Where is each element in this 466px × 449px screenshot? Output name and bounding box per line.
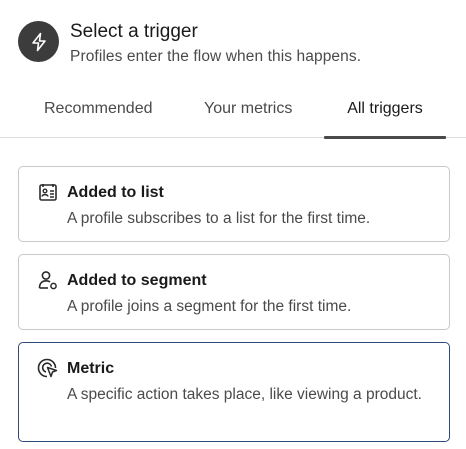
trigger-title: Added to segment xyxy=(67,272,207,289)
trigger-description: A profile joins a segment for the first … xyxy=(67,298,352,315)
trigger-description: A specific action takes place, like view… xyxy=(67,386,422,403)
page-subtitle: Profiles enter the flow when this happen… xyxy=(70,48,362,65)
trigger-card-metric[interactable]: Metric A specific action takes place, li… xyxy=(18,342,450,442)
tab-your-metrics[interactable]: Your metrics xyxy=(204,92,292,138)
trigger-header: Select a trigger Profiles enter the flow… xyxy=(18,19,361,67)
tab-bar: Recommended Your metrics All triggers xyxy=(0,92,466,139)
trigger-title: Added to list xyxy=(67,184,164,201)
user-segment-icon xyxy=(37,269,59,291)
tab-recommended[interactable]: Recommended xyxy=(44,92,153,138)
trigger-description: A profile subscribes to a list for the f… xyxy=(67,210,371,227)
metric-cursor-icon xyxy=(37,357,59,379)
tab-all-triggers[interactable]: All triggers xyxy=(324,92,446,139)
trigger-card-added-to-list[interactable]: Added to list A profile subscribes to a … xyxy=(18,166,450,242)
trigger-title: Metric xyxy=(67,360,115,377)
list-icon xyxy=(37,181,59,203)
lightning-icon xyxy=(18,21,59,62)
trigger-card-added-to-segment[interactable]: Added to segment A profile joins a segme… xyxy=(18,254,450,330)
page-title: Select a trigger xyxy=(70,21,198,42)
header-text: Select a trigger Profiles enter the flow… xyxy=(70,19,361,67)
